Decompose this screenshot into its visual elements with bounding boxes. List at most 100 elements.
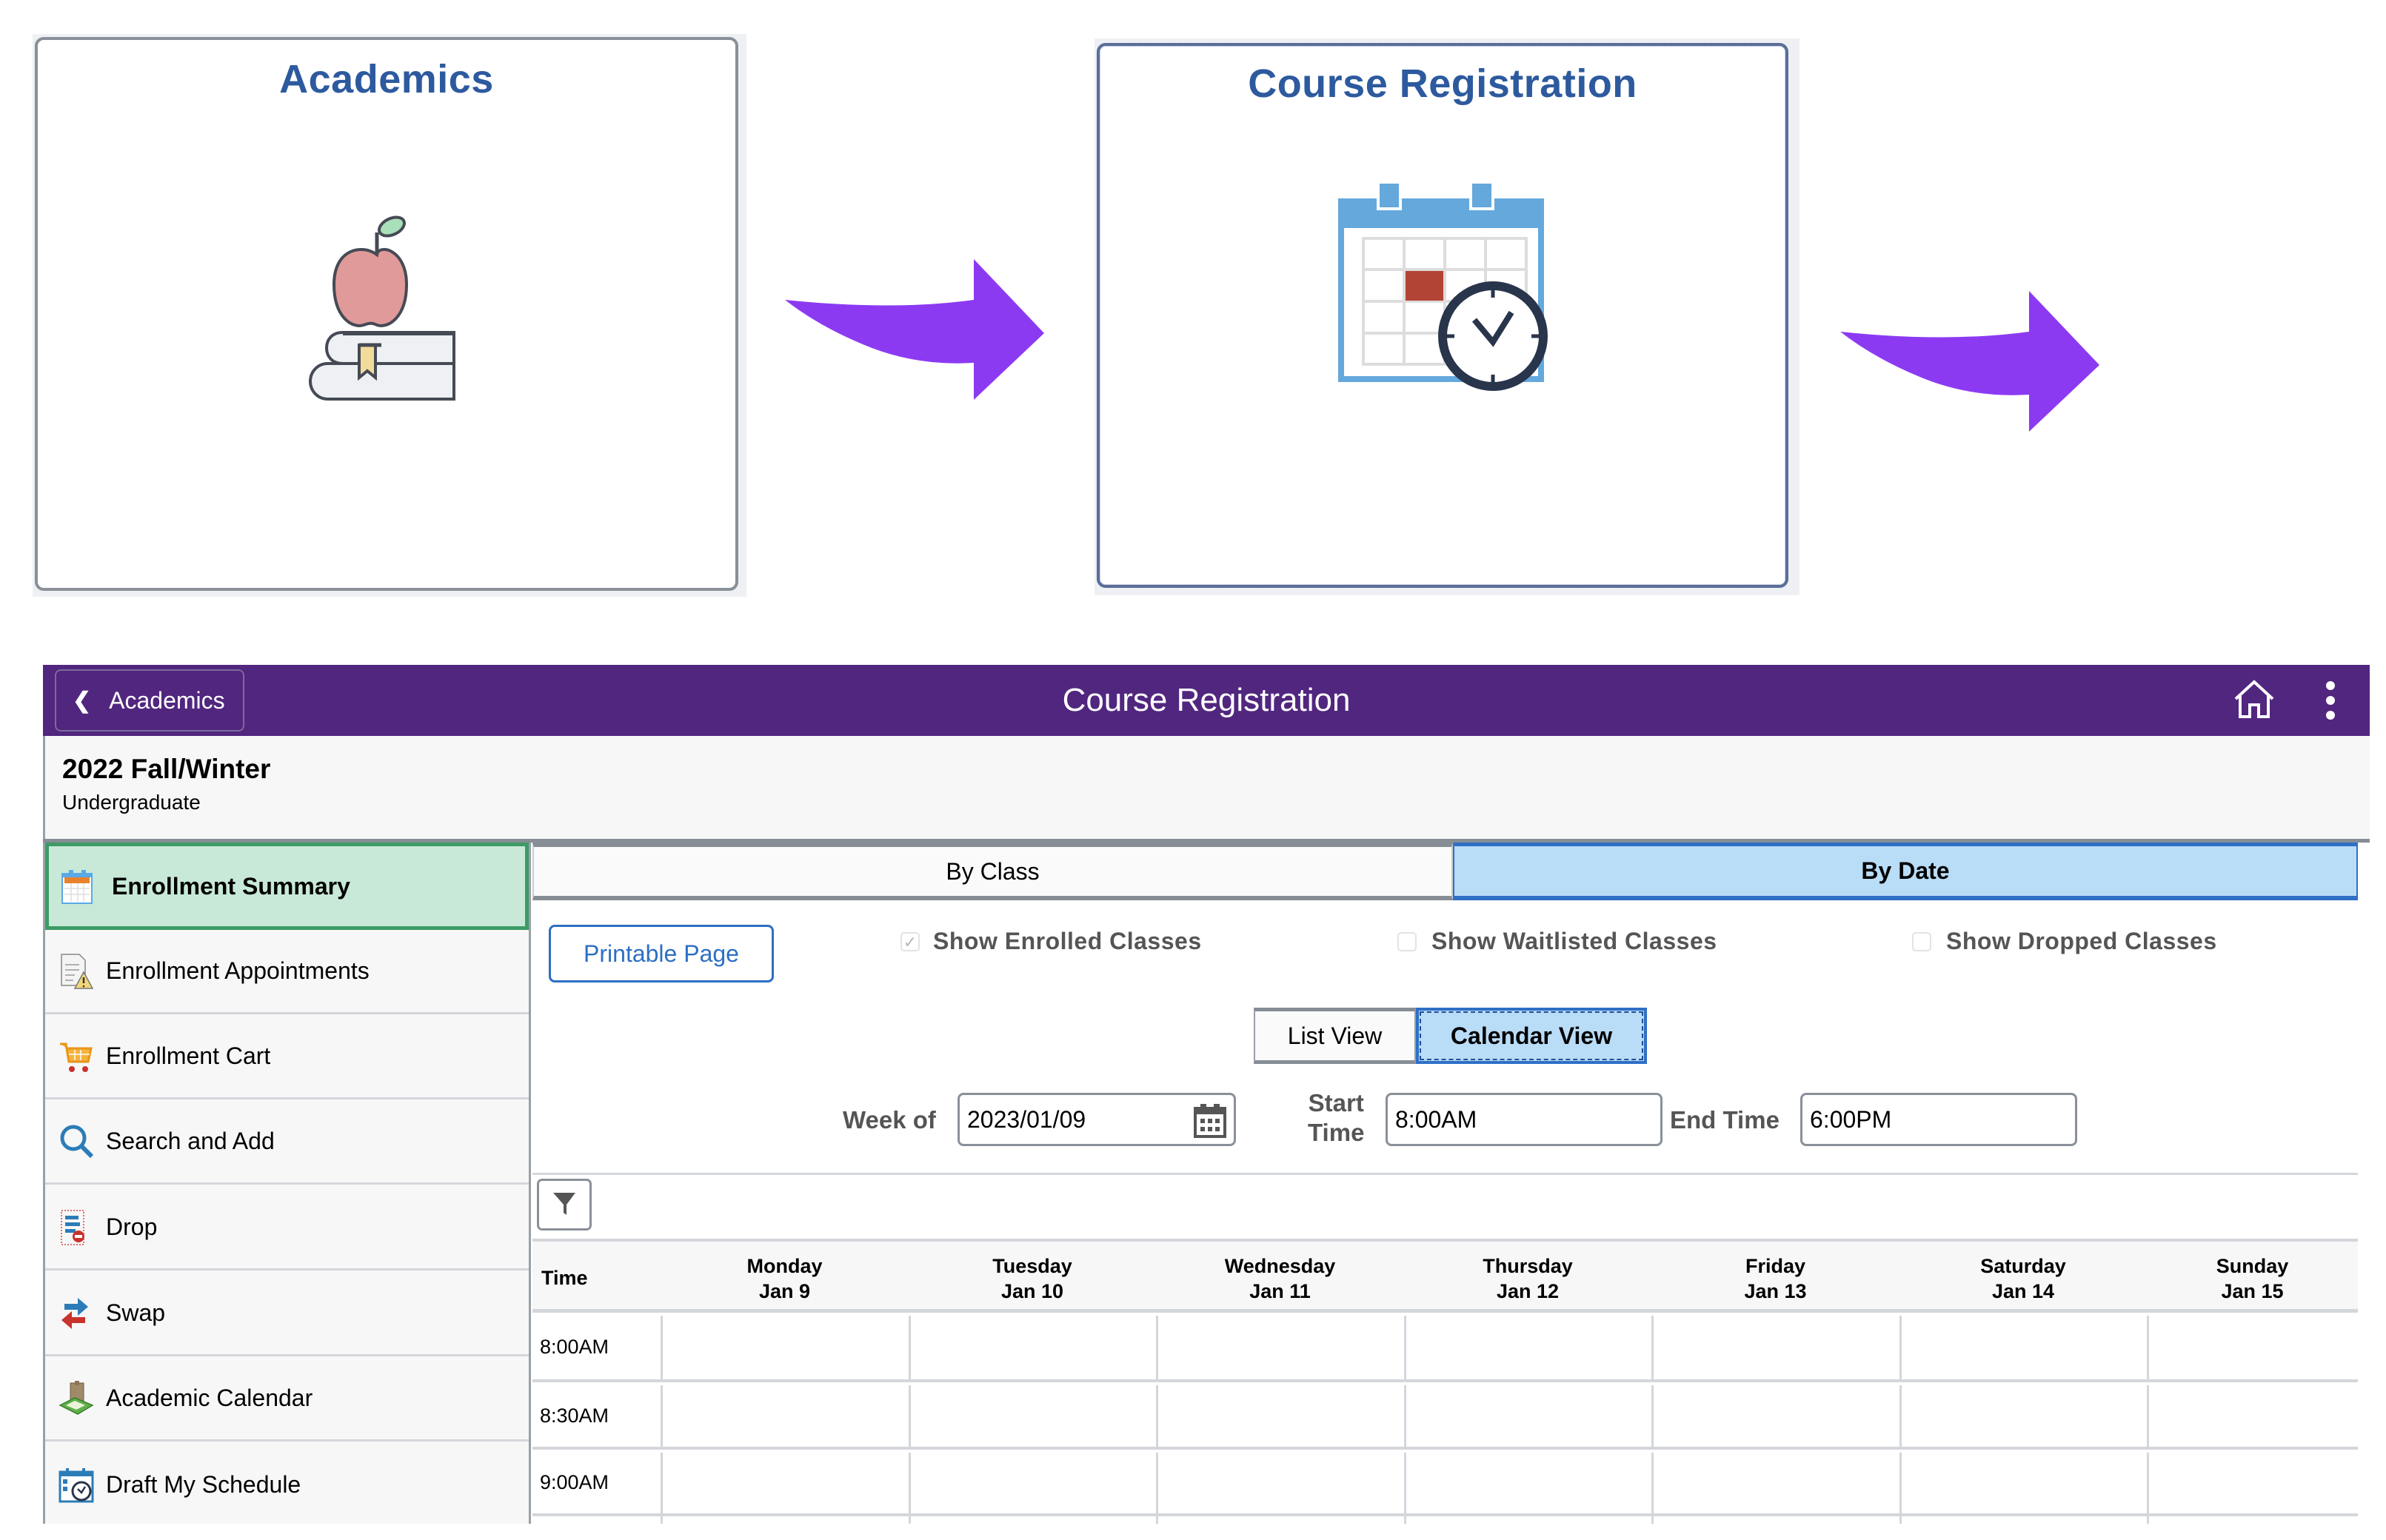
sidebar-item-enrollment-appointments[interactable]: Enrollment Appointments	[45, 930, 529, 1014]
day-column-header: Monday Jan 9	[661, 1253, 909, 1304]
column-divider	[1651, 1516, 1654, 1524]
home-icon[interactable]	[2233, 678, 2276, 721]
day-column-header: Tuesday Jan 10	[909, 1253, 1156, 1304]
day-date: Jan 9	[758, 1280, 811, 1302]
academics-tile[interactable]: Academics	[35, 37, 738, 591]
more-vertical-icon[interactable]	[2319, 678, 2342, 723]
calendar-icon	[61, 870, 93, 904]
calendar-cell[interactable]	[911, 1382, 1156, 1447]
show-waitlisted-checkbox[interactable]	[1397, 932, 1417, 951]
show-enrolled-label: Show Enrolled Classes	[933, 928, 1202, 954]
sidebar-item-enrollment-summary[interactable]: Enrollment Summary	[45, 843, 529, 930]
calendar-cell[interactable]	[2149, 1450, 2358, 1513]
calendar-cell[interactable]	[1654, 1382, 1899, 1447]
sidebar-item-draft-my-schedule[interactable]: Draft My Schedule	[45, 1442, 529, 1527]
sidebar-item-drop[interactable]: Drop	[45, 1186, 529, 1270]
start-time-label-line2: Time	[1308, 1119, 1365, 1146]
context-bar	[43, 736, 2370, 841]
calendar-cell[interactable]	[1158, 1382, 1404, 1447]
calendar-cell[interactable]	[1158, 1450, 1404, 1513]
calendar-cell[interactable]	[663, 1450, 909, 1513]
calendar-cell[interactable]	[1406, 1382, 1651, 1447]
filter-button[interactable]	[537, 1179, 592, 1231]
day-name: Friday	[1745, 1255, 1806, 1277]
day-column-header: Wednesday Jan 11	[1156, 1253, 1404, 1304]
page-title: Course Registration	[1062, 682, 1351, 718]
day-name: Wednesday	[1224, 1255, 1336, 1277]
calendar-cell[interactable]	[911, 1450, 1156, 1513]
day-column-header: Saturday Jan 14	[1899, 1253, 2147, 1304]
calendar-cell[interactable]	[1406, 1313, 1651, 1379]
calendar-cell[interactable]	[1158, 1313, 1404, 1379]
sidebar-item-enrollment-cart[interactable]: Enrollment Cart	[45, 1015, 529, 1099]
sidebar-item-label: Draft My Schedule	[106, 1470, 301, 1498]
week-of-input[interactable]: 2023/01/09	[958, 1093, 1236, 1146]
calendar-cell[interactable]	[1654, 1313, 1899, 1379]
show-enrolled-checkbox[interactable]: ✓	[900, 932, 920, 951]
course-registration-tile-title: Course Registration	[1248, 61, 1637, 106]
sidebar-item-label: Search and Add	[106, 1128, 275, 1154]
day-name: Monday	[746, 1255, 823, 1277]
day-column-header: Friday Jan 13	[1651, 1253, 1899, 1304]
start-time-label-line1: Start	[1308, 1089, 1364, 1116]
week-of-value: 2023/01/09	[967, 1105, 1086, 1133]
column-divider	[661, 1516, 663, 1524]
sidebar-item-swap[interactable]: Swap	[45, 1272, 529, 1356]
day-name: Thursday	[1483, 1255, 1573, 1277]
calendar-cell[interactable]	[911, 1313, 1156, 1379]
calendar-cell[interactable]	[1902, 1450, 2147, 1513]
column-divider	[2147, 1516, 2149, 1524]
cart-icon	[60, 1042, 93, 1072]
day-name: Sunday	[2216, 1255, 2289, 1277]
show-dropped-checkbox[interactable]	[1912, 932, 1931, 951]
term-title: 2022 Fall/Winter	[62, 754, 271, 784]
end-time-input[interactable]: 6:00PM	[1800, 1093, 2077, 1146]
printable-page-button[interactable]: Printable Page	[549, 925, 774, 982]
drop-icon	[61, 1209, 84, 1245]
calendar-row: 8:00AM	[532, 1313, 2358, 1382]
search-icon	[60, 1125, 94, 1158]
calendar-cell[interactable]	[2149, 1313, 2358, 1379]
calendar-cell[interactable]	[1406, 1450, 1651, 1513]
calendar-row-partial	[532, 1516, 2358, 1525]
calendar-clock-icon	[1338, 181, 1548, 391]
back-button[interactable]: ❮ Academics	[55, 669, 244, 732]
calendar-row: 8:30AM	[532, 1382, 2358, 1450]
filter-icon	[553, 1193, 575, 1215]
calendar-picker-icon[interactable]	[1192, 1102, 1228, 1139]
calendar-cell[interactable]	[1654, 1450, 1899, 1513]
section-divider	[532, 1173, 2358, 1175]
end-time-value: 6:00PM	[1810, 1105, 1892, 1133]
day-date: Jan 11	[1249, 1280, 1311, 1302]
academics-tile-title: Academics	[279, 57, 494, 101]
sidebar-item-search-and-add[interactable]: Search and Add	[45, 1100, 529, 1185]
calendar-row: 9:00AM	[532, 1450, 2358, 1516]
tab-by-class[interactable]: By Class	[532, 843, 1453, 900]
calendar-cell[interactable]	[2149, 1382, 2358, 1447]
start-time-input[interactable]: 8:00AM	[1386, 1093, 1662, 1146]
day-date: Jan 10	[1000, 1280, 1064, 1302]
sidebar-item-academic-calendar[interactable]: Academic Calendar	[45, 1357, 529, 1442]
day-name: Saturday	[1980, 1255, 2066, 1277]
column-divider	[909, 1516, 911, 1524]
start-time-value: 8:00AM	[1395, 1105, 1477, 1133]
tab-by-date[interactable]: By Date	[1453, 843, 2358, 900]
calendar-cell[interactable]	[663, 1313, 909, 1379]
calendar-view-toggle[interactable]: Calendar View	[1416, 1008, 1647, 1064]
column-divider	[1899, 1516, 1902, 1524]
calendar-cell[interactable]	[1902, 1313, 2147, 1379]
sidebar-item-label: Academic Calendar	[106, 1385, 313, 1411]
chevron-left-icon: ❮	[73, 688, 92, 713]
sidebar-item-label: Drop	[106, 1213, 158, 1240]
week-of-label: Week of	[843, 1106, 936, 1134]
list-view-toggle[interactable]: List View	[1254, 1008, 1416, 1064]
calendar-cell[interactable]	[663, 1382, 909, 1447]
flow-arrow-1	[785, 259, 1044, 400]
calendar-header-row: Time Monday Jan 9 Tuesday Jan 10 Wednesday Ja…	[532, 1239, 2358, 1313]
show-dropped-label: Show Dropped Classes	[1946, 928, 2217, 954]
time-slot-label: 8:30AM	[540, 1404, 609, 1427]
swap-icon	[61, 1297, 88, 1329]
document-warning-icon	[61, 953, 94, 989]
calendar-cell[interactable]	[1902, 1382, 2147, 1447]
course-registration-tile[interactable]: Course Registration	[1097, 43, 1788, 588]
